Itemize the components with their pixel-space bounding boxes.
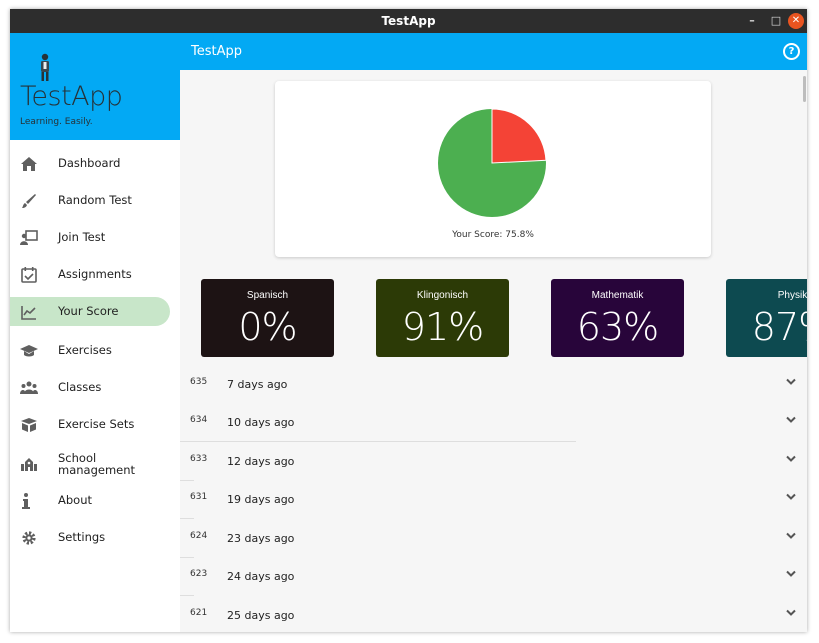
sidebar-item-assignments[interactable]: Assignments <box>10 260 170 289</box>
maximize-button[interactable]: □ <box>768 13 784 29</box>
sidebar-item-label: School management <box>58 451 136 477</box>
sidebar-item-exercises[interactable]: Exercises <box>10 336 170 365</box>
sidebar-item-label: Settings <box>58 530 106 544</box>
result-date: 23 days ago <box>227 532 295 545</box>
sidebar-item-label: Exercise Sets <box>58 417 135 431</box>
row-divider <box>180 595 194 596</box>
help-icon[interactable]: ? <box>783 43 800 60</box>
result-id: 631 <box>190 492 208 502</box>
sidebar-item-label: Assignments <box>58 267 132 281</box>
score-card: Your Score: 75.8% <box>275 81 711 257</box>
calendar-check-icon <box>21 267 37 283</box>
chevron-down-icon[interactable] <box>786 532 796 540</box>
result-row[interactable]: 623 24 days ago <box>180 558 807 596</box>
subject-tile-spanisch[interactable]: Spanisch 0% <box>201 279 334 357</box>
result-date: 24 days ago <box>227 570 295 583</box>
row-divider <box>180 518 194 519</box>
sidebar-item-random-test[interactable]: Random Test <box>10 186 170 215</box>
sidebar-item-about[interactable]: About <box>10 486 170 515</box>
score-content[interactable]: Your Score: 75.8% Spanisch 0% Klingonisc… <box>180 70 807 632</box>
school-icon <box>21 458 37 471</box>
sidebar-item-classes[interactable]: Classes <box>10 373 170 402</box>
subject-name: Klingonisch <box>416 290 469 301</box>
window-titlebar: TestApp – □ ✕ <box>10 9 807 33</box>
brand-name: TestApp <box>20 81 123 112</box>
chevron-down-icon[interactable] <box>786 493 796 501</box>
gear-icon <box>22 531 36 545</box>
chevron-down-icon[interactable] <box>786 609 796 617</box>
chevron-down-icon[interactable] <box>786 570 796 578</box>
result-row[interactable]: 624 23 days ago <box>180 520 807 558</box>
result-date: 19 days ago <box>227 493 295 506</box>
subject-percent: 87% <box>751 305 807 349</box>
close-button[interactable]: ✕ <box>788 13 804 29</box>
chevron-down-icon[interactable] <box>786 455 796 463</box>
sidebar-item-join-test[interactable]: Join Test <box>10 223 170 252</box>
subject-tile-physik[interactable]: Physik 87% <box>726 279 807 357</box>
pie-slice-rest <box>491 108 547 164</box>
subject-tile-klingonisch[interactable]: Klingonisch 91% <box>376 279 509 357</box>
result-id: 623 <box>190 569 208 579</box>
app-bar: TestApp ? <box>180 33 807 70</box>
sidebar-item-dashboard[interactable]: Dashboard <box>10 149 170 178</box>
score-label: Your Score: 75.8% <box>452 230 534 240</box>
result-row[interactable]: 634 10 days ago <box>180 404 807 442</box>
subject-name: Spanisch <box>246 290 289 301</box>
result-date: 12 days ago <box>227 455 295 468</box>
result-row[interactable]: 621 25 days ago <box>180 597 807 632</box>
result-date: 7 days ago <box>227 378 288 391</box>
sidebar-item-school-management[interactable]: School management <box>10 449 170 478</box>
result-row[interactable]: 635 7 days ago <box>180 366 807 404</box>
sidebar-item-label: Dashboard <box>58 156 121 170</box>
subject-name: Mathematik <box>591 290 644 301</box>
sidebar-item-label: Random Test <box>58 193 132 207</box>
sidebar-item-exercise-sets[interactable]: Exercise Sets <box>10 410 170 439</box>
window-title: TestApp <box>381 14 436 28</box>
app-bar-title: TestApp <box>191 44 242 59</box>
people-icon <box>20 381 38 394</box>
sidebar-item-your-score[interactable]: Your Score <box>10 297 170 326</box>
sidebar-item-label: Classes <box>58 380 102 394</box>
result-row[interactable]: 631 19 days ago <box>180 481 807 519</box>
subject-percent: 0% <box>238 305 297 349</box>
score-pie-chart <box>438 108 547 217</box>
chart-line-icon <box>21 306 36 320</box>
brand-tagline: Learning. Easily. <box>20 117 93 127</box>
subject-name: Physik <box>777 290 807 301</box>
result-id: 633 <box>190 454 208 464</box>
info-icon <box>22 493 30 509</box>
sidebar-item-label: About <box>58 493 93 507</box>
row-divider <box>180 441 576 442</box>
app-window: TestApp – □ ✕ TestApp Learning. Easily. … <box>10 9 807 632</box>
sidebar-item-label: Join Test <box>58 230 106 244</box>
subject-tile-mathematik[interactable]: Mathematik 63% <box>551 279 684 357</box>
chevron-down-icon[interactable] <box>786 378 796 386</box>
sidebar-item-settings[interactable]: Settings <box>10 523 170 552</box>
mascot-icon <box>41 53 49 81</box>
chevron-down-icon[interactable] <box>786 416 796 424</box>
brand-header: TestApp Learning. Easily. <box>10 33 180 140</box>
sidebar-item-label: Your Score <box>58 304 119 318</box>
subject-percent: 91% <box>401 305 484 349</box>
result-id: 634 <box>190 415 208 425</box>
result-id: 621 <box>190 608 208 618</box>
scrollbar-thumb[interactable] <box>803 76 806 102</box>
result-row[interactable]: 633 12 days ago <box>180 443 807 481</box>
graduation-cap-icon <box>20 345 38 357</box>
result-date: 10 days ago <box>227 416 295 429</box>
result-id: 624 <box>190 531 208 541</box>
sidebar-item-label: Exercises <box>58 343 112 357</box>
home-icon <box>21 157 37 171</box>
brush-icon <box>22 194 36 208</box>
result-id: 635 <box>190 377 208 387</box>
subject-percent: 63% <box>576 305 659 349</box>
box-icon <box>21 418 37 432</box>
result-date: 25 days ago <box>227 609 295 622</box>
minimize-button[interactable]: – <box>744 13 760 29</box>
sidebar: TestApp Learning. Easily. Dashboard Rand… <box>10 33 180 632</box>
presenter-icon <box>20 230 38 245</box>
